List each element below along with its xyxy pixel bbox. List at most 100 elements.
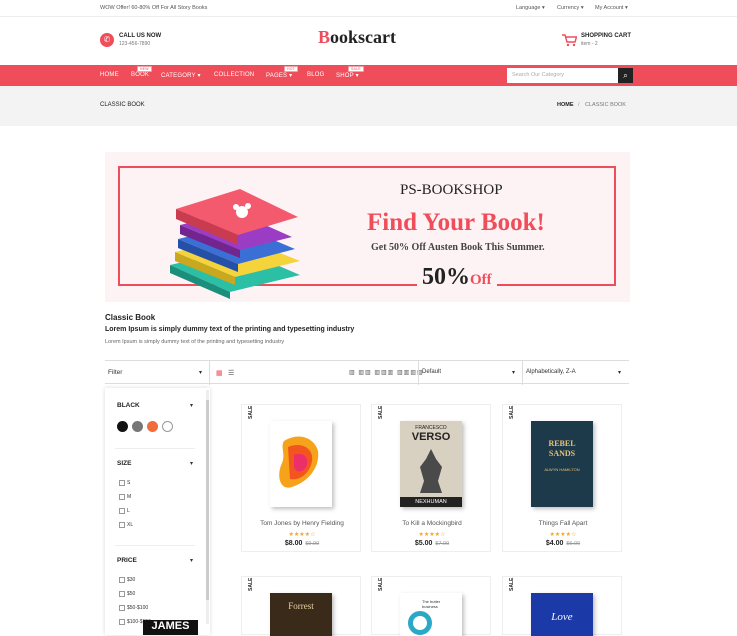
chevron-down-icon[interactable]: ▾ [512,369,515,376]
color-swatch-gray[interactable] [132,421,143,432]
banner-discount: 50%Off [417,264,497,291]
cart-label[interactable]: SHOPPING CART [581,33,631,39]
product-card[interactable]: SALE FRANCESCO VERSO NEXHUMAN To Kill a … [371,404,491,552]
product-card[interactable]: SALE Tom Jones by Henry Fielding ★★★★☆ $… [241,404,361,552]
product-image[interactable]: Forrest [270,593,332,636]
promo-banner[interactable]: PS-BOOKSHOP Find Your Book! Get 50% Off … [105,152,630,302]
top-bar: WOW Offer! 60-80% Off For All Story Book… [0,0,737,17]
price-checkbox[interactable] [119,591,125,597]
search-icon[interactable]: ⌕ [618,68,633,83]
sidebar-scrollbar[interactable] [206,390,209,624]
search-input[interactable]: Search Our Category [512,72,564,78]
price-checkbox[interactable] [119,619,125,625]
product-card[interactable]: SALE Forrest [241,576,361,636]
nav-shop[interactable]: SALE SHOP ▾ [336,66,364,79]
banner-headline: Find Your Book! [367,209,545,236]
product-image[interactable]: Love [531,593,593,636]
price-filter-title[interactable]: PRICE [117,557,137,564]
category-subtitle: Lorem Ipsum is simply dummy text of the … [105,326,355,333]
currency-select[interactable]: Currency ▾ [557,5,584,11]
color-swatch-black[interactable] [117,421,128,432]
sale-badge: SALE [348,66,364,72]
per-page-select[interactable]: Default [422,369,441,375]
cover-title: Love [551,611,573,623]
phone-icon: ✆ [100,33,114,47]
scrollbar-thumb[interactable] [206,400,209,600]
nav-category[interactable]: CATEGORY ▾ [161,72,201,79]
phone-number[interactable]: 123-456-7890 [119,41,150,47]
rating-stars: ★★★★☆ [418,532,446,538]
cover-footer: NEXHUMAN [400,497,462,507]
nav-blog[interactable]: BLOG [307,72,324,78]
nav-pages[interactable]: HOT PAGES ▾ [266,66,298,79]
product-card[interactable]: SALE Love [502,576,622,636]
size-filter-title[interactable]: SIZE [117,460,131,467]
header: ✆ CALL US NOW 123-456-7890 Bookscart SHO… [0,17,737,65]
rating-stars: ★★★★☆ [288,532,316,538]
product-image[interactable]: The butter business [400,593,462,636]
sale-label: SALE [509,577,515,591]
book-cover-peek: JAMES [143,620,198,635]
size-checkbox[interactable] [119,522,125,528]
nav-book[interactable]: NEW BOOK [131,66,152,78]
product-price: $8.00 $9.00 [284,540,320,547]
price-checkbox[interactable] [119,605,125,611]
size-checkbox[interactable] [119,508,125,514]
language-select[interactable]: Language ▾ [516,5,545,11]
caret-down-icon[interactable]: ▾ [190,557,193,564]
cover-title: The butter business [422,599,441,609]
divider [209,361,210,385]
column-layout-icon[interactable]: ▥ ▥▥ ▥▥▥ ▥▥▥▥ [349,369,424,376]
sale-label: SALE [248,577,254,591]
price-label: $30 [127,577,136,583]
filter-chevron-icon[interactable]: ▾ [199,369,202,376]
size-checkbox[interactable] [119,494,125,500]
filter-toggle[interactable]: Filter [108,369,122,376]
call-label: CALL US NOW [119,33,162,39]
product-image[interactable]: REBEL SANDS ALWYN HAMILTON [531,421,593,507]
product-card[interactable]: SALE The butter business [371,576,491,636]
list-view-icon[interactable]: ☰ [228,369,234,377]
size-label: XL [127,522,134,528]
breadcrumb-home[interactable]: HOME [557,102,574,108]
hot-badge: HOT [284,66,298,72]
banner-brand: PS-BOOKSHOP [400,182,503,198]
search-box[interactable]: Search Our Category ⌕ [507,68,633,83]
breadcrumb: CLASSIC BOOK HOME / CLASSIC BOOK [0,86,737,126]
offer-text: WOW Offer! 60-80% Off For All Story Book… [100,5,208,11]
product-name[interactable]: To Kill a Mockingbird [372,520,492,527]
shopping-cart-icon[interactable] [561,33,578,47]
sale-label: SALE [248,405,254,419]
nav-home[interactable]: HOME [100,72,119,78]
caret-down-icon[interactable]: ▾ [190,460,193,467]
chevron-down-icon[interactable]: ▾ [618,369,621,376]
size-checkbox[interactable] [119,480,125,486]
price-checkbox[interactable] [119,577,125,583]
category-description: Lorem Ipsum is simply dummy text of the … [105,339,285,345]
sale-label: SALE [378,405,384,419]
price-label: $50 [127,591,136,597]
product-name[interactable]: Tom Jones by Henry Fielding [242,520,362,527]
nav-collection[interactable]: COLLECTION [214,72,254,78]
color-swatch-white[interactable] [162,421,173,432]
account-menu[interactable]: My Account ▾ [595,5,628,11]
breadcrumb-separator: / [578,102,580,108]
logo[interactable]: Bookscart [318,27,396,48]
product-price: $4.00 $6.00 [545,540,581,547]
color-swatch-orange[interactable] [147,421,158,432]
price-label: $50-$100 [127,605,149,611]
cover-title: REBEL SANDS [548,439,576,458]
product-card[interactable]: SALE REBEL SANDS ALWYN HAMILTON Things F… [502,404,622,552]
sort-select[interactable]: Alphabetically, Z-A [526,369,576,375]
filter-sidebar: BLACK ▾ SIZE ▾ S M L XL PRICE ▾ $30 $50 … [105,388,210,635]
product-image[interactable] [270,421,332,507]
color-filter-title[interactable]: BLACK [117,402,140,409]
product-toolbar: Filter ▾ ▦ ☰ ▥ ▥▥ ▥▥▥ ▥▥▥▥ Default ▾ Alp… [105,360,629,385]
caret-down-icon[interactable]: ▾ [190,402,193,409]
cover-art [408,611,432,635]
size-label: M [127,494,132,500]
product-name[interactable]: Things Fall Apart [503,520,623,527]
book-stack-illustration [170,189,300,299]
grid-view-icon[interactable]: ▦ [216,369,223,377]
product-image[interactable]: FRANCESCO VERSO NEXHUMAN [400,421,462,507]
